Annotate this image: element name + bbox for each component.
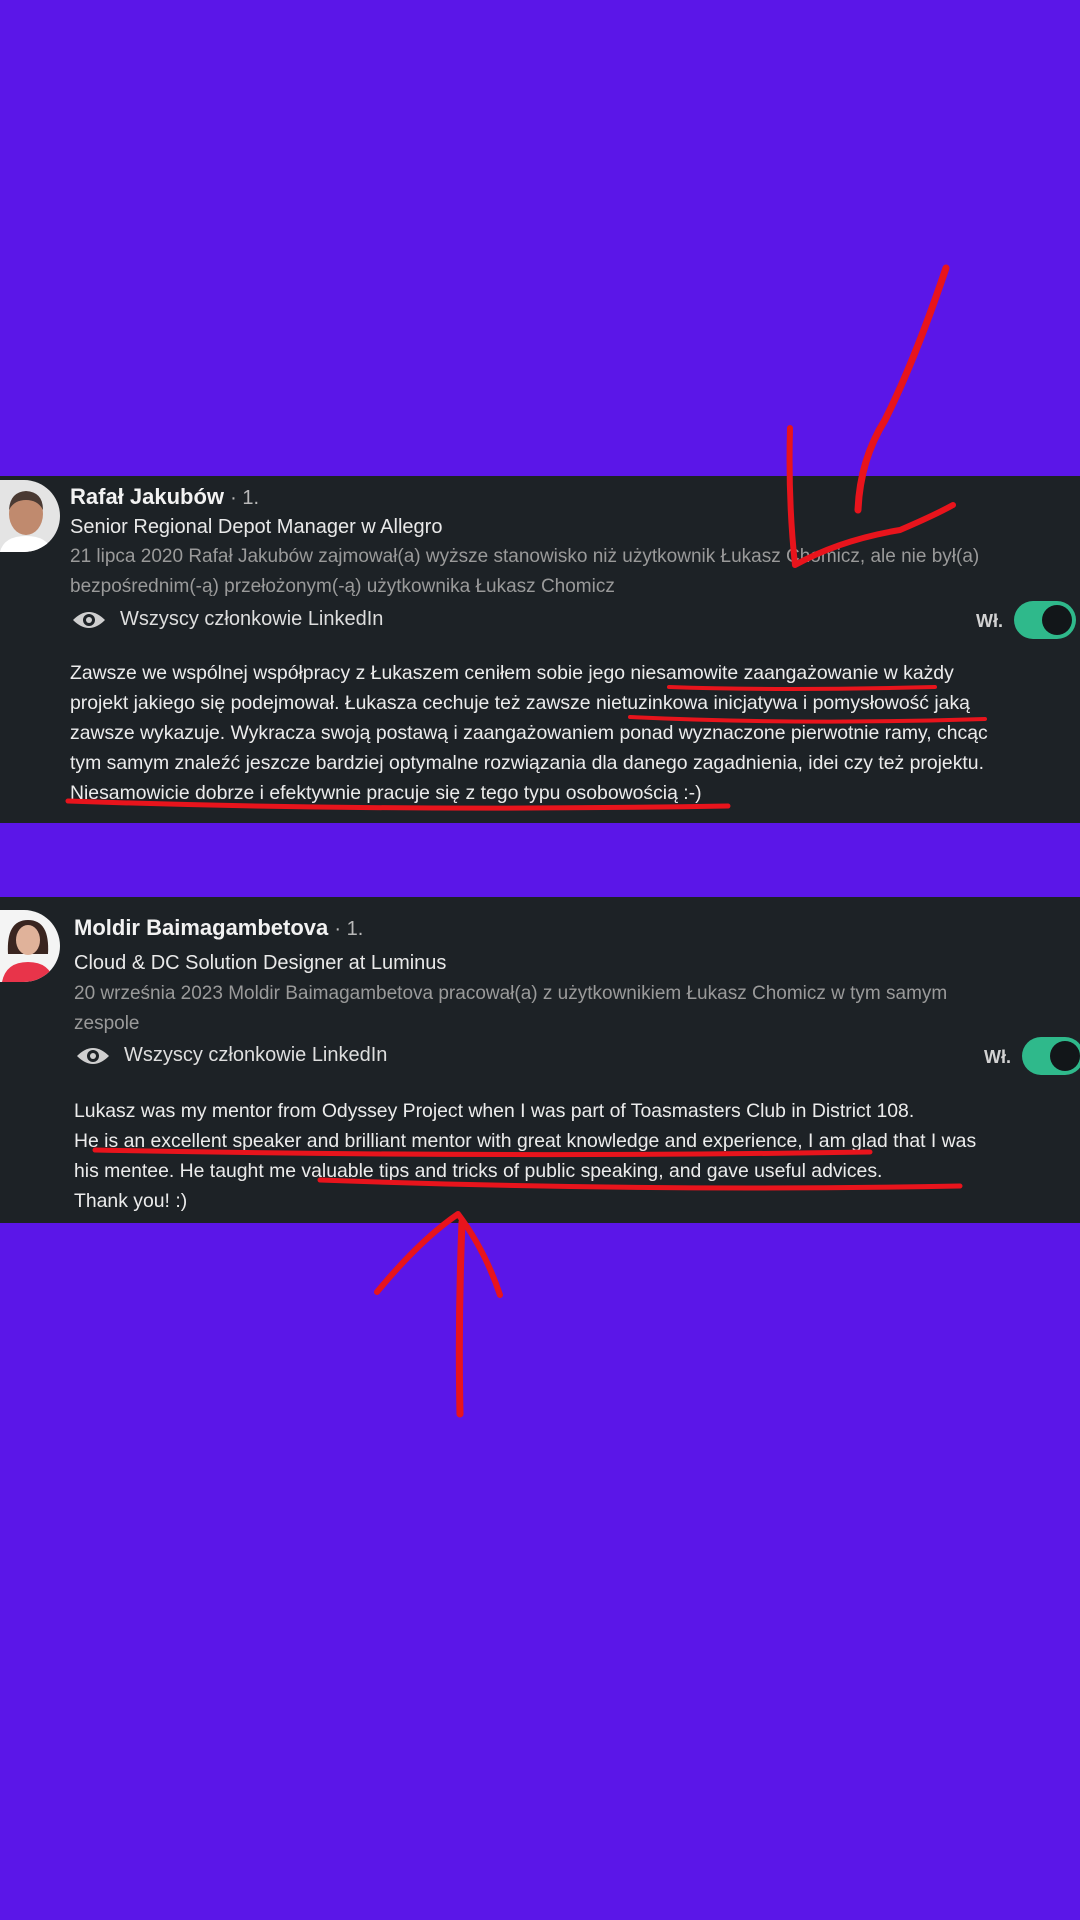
recommendation-card-1: Rafał Jakubów · 1. Senior Regional Depot… <box>0 476 1080 823</box>
recommendation-card-2: Moldir Baimagambetova · 1. Cloud & DC So… <box>0 897 1080 1223</box>
eye-icon <box>77 1047 109 1064</box>
recommendation-text: Zawsze we wspólnej współpracy z Łukaszem… <box>70 658 988 808</box>
meta-line: zespole <box>74 1013 140 1034</box>
text-line: Thank you! :) <box>74 1190 188 1212</box>
recommender-headline: Senior Regional Depot Manager w Allegro <box>70 516 443 538</box>
visibility-setting[interactable]: Wszyscy członkowie LinkedIn <box>76 1044 387 1067</box>
toggle-label: Wł. <box>976 611 1003 631</box>
recommender-name[interactable]: Rafał Jakubów · 1. <box>70 484 259 510</box>
annotation-arrow-bottom <box>455 1218 466 1418</box>
name-text[interactable]: Rafał Jakubów <box>70 484 224 509</box>
text-line: Niesamowicie dobrze i efektywnie pracuje… <box>70 782 702 804</box>
recommendation-text: Lukasz was my mentor from Odyssey Projec… <box>74 1096 976 1216</box>
visibility-setting[interactable]: Wszyscy członkowie LinkedIn <box>72 608 383 631</box>
text-line: He is an excellent speaker and brilliant… <box>74 1130 977 1152</box>
meta-line: 20 września 2023 Moldir Baimagambetova p… <box>74 983 948 1004</box>
text-line: Zawsze we wspólnej współpracy z Łukaszem… <box>70 662 954 684</box>
relationship-meta: 21 lipca 2020 Rafał Jakubów zajmował(a) … <box>70 542 979 602</box>
text-line: tym samym znaleźć jeszcze bardziej optym… <box>70 752 984 774</box>
meta-line: bezpośrednim(-ą) przełożonym(-ą) użytkow… <box>70 576 615 597</box>
connection-degree: · 1. <box>230 487 260 509</box>
toggle-label: Wł. <box>984 1047 1011 1067</box>
text-line: zawsze wykazuje. Wykracza swoją postawą … <box>70 722 988 744</box>
annotation-arrow-top <box>854 264 950 514</box>
relationship-meta: 20 września 2023 Moldir Baimagambetova p… <box>74 979 947 1039</box>
avatar[interactable] <box>0 480 60 552</box>
recommender-name[interactable]: Moldir Baimagambetova · 1. <box>74 915 363 941</box>
visibility-label: Wszyscy członkowie LinkedIn <box>124 1044 388 1066</box>
text-line: his mentee. He taught me valuable tips a… <box>74 1160 883 1182</box>
eye-icon <box>73 611 105 628</box>
meta-line: 21 lipca 2020 Rafał Jakubów zajmował(a) … <box>70 546 980 567</box>
recommender-headline: Cloud & DC Solution Designer at Luminus <box>74 952 447 974</box>
connection-degree: · 1. <box>334 918 364 940</box>
annotation-arrow-bottom-head <box>374 1211 503 1298</box>
avatar[interactable] <box>0 910 60 982</box>
show-recommendation-toggle[interactable] <box>1014 601 1076 639</box>
text-line: Lukasz was my mentor from Odyssey Projec… <box>74 1100 915 1122</box>
show-recommendation-toggle[interactable] <box>1022 1037 1080 1075</box>
name-text[interactable]: Moldir Baimagambetova <box>74 915 328 940</box>
toggle-knob <box>1050 1041 1080 1071</box>
visibility-label: Wszyscy członkowie LinkedIn <box>120 608 384 630</box>
toggle-knob <box>1042 605 1072 635</box>
text-line: projekt jakiego się podejmował. Łukasza … <box>70 692 970 714</box>
